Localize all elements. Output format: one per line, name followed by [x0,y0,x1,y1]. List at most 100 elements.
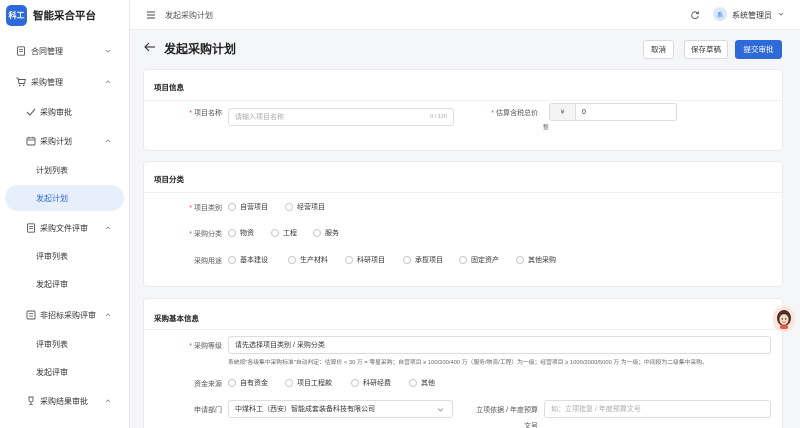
sidebar-item-procurement-approval[interactable]: 采购审批 [0,99,130,125]
radio-research-funds[interactable]: 科研经费 [351,378,391,388]
radio-dot [345,256,353,264]
department-label: 申请部门 [194,407,222,414]
radio-fixed-assets[interactable]: 固定资产 [459,255,499,265]
basic-info-card: 采购基本信息 * 采购等级 请先选择项目类别 / 采购分类 系统按"各级集中采购标… [143,298,783,428]
sidebar-item-review-list-2[interactable]: 评审列表 [0,331,130,357]
chevron-up-icon [105,226,111,230]
radio-self-operated[interactable]: 自营项目 [228,202,268,212]
sidebar-item-label: 采购计划 [40,136,72,146]
sidebar-item-label: 采购审批 [40,107,72,117]
list-icon [26,310,36,320]
brand-title: 智能采合平台 [33,10,96,22]
basis-label: 立项依据 / 年度预算 [476,407,538,414]
sidebar-item-result-approval[interactable]: 采购结果审批 [0,388,130,414]
radio-contract-project[interactable]: 承揽项目 [403,255,443,265]
user-name[interactable]: 系统管理员 [732,10,772,21]
radio-dot [228,229,236,237]
radio-other-procurement[interactable]: 其他采购 [516,255,556,265]
sidebar-item-label: 合同管理 [31,46,63,56]
radio-own-funds[interactable]: 自有资金 [228,378,268,388]
save-draft-button[interactable]: 保存草稿 [684,40,728,59]
fund-source-label: 资金来源 [194,381,222,388]
section-title: 项目分类 [154,175,184,184]
sidebar-item-create-review[interactable]: 发起评审 [0,271,130,297]
budget-input[interactable]: ¥ 0 [549,103,677,121]
radio-services[interactable]: 服务 [313,228,339,238]
level-select[interactable]: 请先选择项目类别 / 采购分类 [228,336,771,354]
assistant-avatar[interactable] [773,306,795,332]
section-title: 采购基本信息 [154,314,199,323]
budget-value: 0 [582,108,586,116]
radio-dot [516,256,524,264]
sidebar-item-procurement-plan[interactable]: 采购计划 [0,128,130,154]
radio-engineering-funds[interactable]: 项目工程款 [285,378,332,388]
placeholder: 如：立项批复 / 年度预算文号 [551,406,641,413]
currency-prefix: ¥ [550,104,576,120]
radio-dot [285,203,293,211]
sidebar-item-review-list[interactable]: 评审列表 [0,243,130,269]
divider [144,192,782,193]
level-hint: 系统按"各级集中采购标准"自动判定：估算价 < 30 万 = 零星采购；自营项目… [228,360,708,366]
topbar: 发起采购计划 系 系统管理员 [130,0,800,30]
radio-production-materials[interactable]: 生产材料 [288,255,328,265]
page-title: 发起采购计划 [164,42,237,56]
assistant-avatar-icon [777,310,791,329]
cart-icon [16,77,26,87]
chevron-up-icon [105,139,111,143]
radio-dot [409,379,417,387]
sidebar-item-create-plan[interactable]: 发起计划 [0,185,130,211]
brand: 科工 智能采合平台 [6,5,96,26]
back-arrow-icon[interactable] [144,42,156,52]
radio-dot [351,379,359,387]
sidebar-item-procurement-management[interactable]: 采购管理 [0,69,130,95]
project-info-card: 项目信息 * 项目名称 请输入项目名称 0 / 120 * 估算含税总价 ¥ 0 整 [143,69,783,151]
submit-approval-button[interactable]: 提交审批 [735,40,782,59]
brand-logo: 科工 [6,5,27,26]
radio-business[interactable]: 经营项目 [285,202,325,212]
radio-engineering[interactable]: 工程 [271,228,297,238]
sidebar-item-label: 评审列表 [36,251,68,261]
refresh-icon[interactable] [690,10,700,20]
radio-capital-construction[interactable]: 基本建设 [228,255,268,265]
sidebar-item-label: 评审列表 [36,339,68,349]
sidebar: 科工 智能采合平台 合同管理 采购管理 采购审批 采购计划 计划列表 发起计划 … [0,0,130,428]
sidebar-item-label: 发起评审 [36,279,68,289]
sidebar-item-label: 非招标采购评审 [40,310,96,320]
user-avatar[interactable]: 系 [713,7,727,21]
char-counter: 0 / 120 [430,114,447,120]
sidebar-item-plan-list[interactable]: 计划列表 [0,157,130,183]
sidebar-item-file-review[interactable]: 采购文件评审 [0,215,130,241]
page-header: 发起采购计划 取消 保存草稿 提交审批 [130,30,800,66]
calendar-icon [26,136,36,146]
chevron-up-icon [105,80,111,84]
sidebar-item-create-review-2[interactable]: 发起评审 [0,359,130,385]
document-icon [17,46,25,56]
sidebar-item-label: 计划列表 [36,165,68,175]
radio-other-funds[interactable]: 其他 [409,378,435,388]
level-label: * 采购等级 [189,343,222,350]
radio-research-project[interactable]: 科研项目 [345,255,385,265]
chevron-down-icon[interactable] [778,11,784,17]
radio-dot [228,203,236,211]
section-title: 项目信息 [154,83,184,92]
radio-dot [271,229,279,237]
radio-dot [459,256,467,264]
menu-icon[interactable] [146,10,156,20]
sidebar-item-contract-management[interactable]: 合同管理 [0,38,130,64]
radio-dot [228,256,236,264]
check-icon [26,108,36,116]
placeholder: 请输入项目名称 [235,114,284,121]
sidebar-item-non-tender-review[interactable]: 非招标采购评审 [0,302,130,328]
radio-dot [403,256,411,264]
department-select[interactable]: 中煤科工（西安）智能成套装备科技有限公司 [228,400,453,418]
chevron-up-icon [105,313,111,317]
cancel-button[interactable]: 取消 [643,40,674,59]
basis-label-line2: 文号 [524,423,538,428]
basis-input[interactable]: 如：立项批复 / 年度预算文号 [544,400,771,418]
sidebar-item-label: 发起计划 [36,193,68,203]
breadcrumb: 发起采购计划 [165,11,213,20]
radio-materials[interactable]: 物资 [228,228,254,238]
app-root: 科工 智能采合平台 合同管理 采购管理 采购审批 采购计划 计划列表 发起计划 … [0,0,800,428]
project-name-input[interactable]: 请输入项目名称 0 / 120 [228,108,454,126]
chevron-down-icon [437,408,444,412]
